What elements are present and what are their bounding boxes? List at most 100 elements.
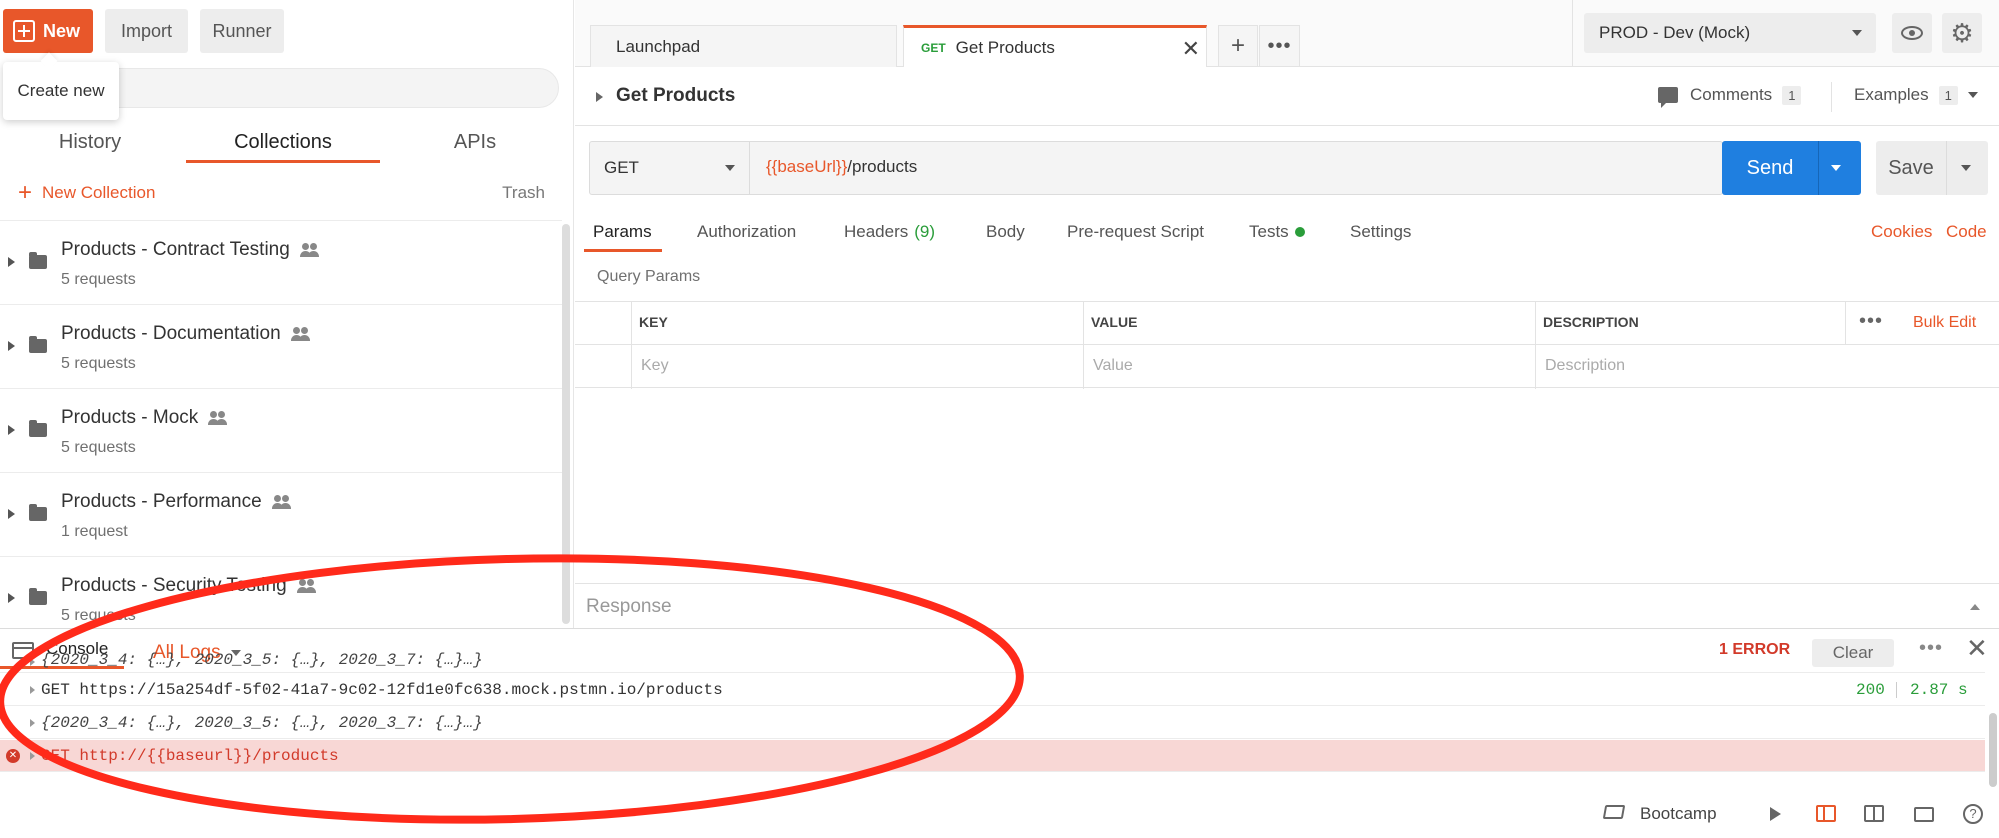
active-tab-indicator [186, 160, 380, 163]
console-scrollbar[interactable] [1989, 713, 1997, 787]
request-title[interactable]: Get Products [616, 85, 735, 107]
examples-button[interactable]: Examples 1 [1854, 85, 1978, 105]
divider [1896, 682, 1897, 698]
value-input[interactable]: Value [1093, 357, 1133, 375]
tab-body[interactable]: Body [986, 212, 1025, 252]
query-params-title: Query Params [597, 268, 701, 285]
collection-item[interactable]: Products - Contract Testing 5 requests [0, 220, 562, 304]
code-link[interactable]: Code [1946, 222, 1987, 242]
tab-launchpad[interactable]: Launchpad [590, 25, 897, 67]
save-button[interactable]: Save [1876, 141, 1988, 195]
console-panel: Console All Logs 1 ERROR Clear ••• ✕ {20… [0, 628, 1999, 788]
new-button-label: New [43, 20, 81, 41]
collection-item[interactable]: Products - Documentation 5 requests [0, 304, 562, 388]
tab-apis[interactable]: APIs [410, 118, 540, 166]
comments-count-badge: 1 [1782, 85, 1802, 105]
chevron-up-icon[interactable] [1970, 604, 1980, 610]
help-icon[interactable]: ? [1963, 804, 1983, 824]
log-entry[interactable]: {2020_3_4: {…}, 2020_3_5: {…}, 2020_3_7:… [0, 651, 1985, 673]
folder-icon [29, 336, 47, 353]
bootcamp-link[interactable]: Bootcamp [1640, 804, 1717, 824]
method-select[interactable]: GET [590, 142, 750, 194]
collection-item[interactable]: Products - Performance 1 request [0, 472, 562, 556]
caret-right-icon[interactable] [596, 92, 603, 102]
tab-headers[interactable]: Headers (9) [844, 212, 935, 252]
collection-name-text: Products - Contract Testing [61, 239, 290, 260]
import-button[interactable]: Import [105, 9, 188, 53]
log-entry-error[interactable]: ✕ GET http://{{baseurl}}/products [0, 740, 1985, 772]
runner-play-icon[interactable] [1770, 807, 1781, 821]
tab-method-badge: GET [921, 40, 946, 55]
two-pane-layout-icon[interactable] [1816, 805, 1836, 822]
collection-name-text: Products - Documentation [61, 323, 281, 344]
log-entry[interactable]: GET https://15a254df-5f02-41a7-9c02-12fd… [0, 674, 1985, 706]
tab-tests[interactable]: Tests [1249, 212, 1305, 252]
divider [1083, 302, 1084, 389]
collection-list: Products - Contract Testing 5 requests P… [0, 220, 562, 640]
comments-label: Comments [1690, 85, 1773, 104]
send-button[interactable]: Send [1722, 141, 1861, 195]
environment-selected-label: PROD - Dev (Mock) [1599, 23, 1751, 42]
log-entry[interactable]: {2020_3_4: {…}, 2020_3_5: {…}, 2020_3_7:… [0, 707, 1985, 739]
folder-icon [29, 504, 47, 521]
environment-select[interactable]: PROD - Dev (Mock) [1584, 13, 1876, 53]
active-tab-indicator [584, 249, 662, 252]
gear-icon[interactable]: ⚙ [1942, 13, 1982, 53]
environment-quick-look-button[interactable] [1892, 13, 1932, 53]
bulk-edit-link[interactable]: Bulk Edit [1913, 314, 1976, 332]
caret-right-icon[interactable] [8, 425, 15, 435]
shared-team-icon [208, 411, 226, 425]
collection-item[interactable]: Products - Mock 5 requests [0, 388, 562, 472]
caret-right-icon[interactable] [30, 658, 35, 666]
create-new-tooltip: Create new [3, 62, 119, 120]
tab-collections[interactable]: Collections [186, 118, 380, 166]
chevron-down-icon[interactable] [1961, 165, 1971, 171]
split-layout-icon[interactable] [1864, 805, 1884, 822]
examples-count-badge: 1 [1938, 85, 1958, 105]
method-label: GET [604, 158, 639, 177]
sidebar-scrollbar[interactable] [562, 224, 570, 624]
caret-right-icon[interactable] [30, 686, 35, 694]
divider [1831, 82, 1832, 112]
new-collection-button[interactable]: + New Collection [18, 178, 155, 208]
caret-right-icon[interactable] [8, 341, 15, 351]
caret-right-icon[interactable] [8, 593, 15, 603]
tab-params[interactable]: Params [593, 212, 652, 252]
request-tabs: Params Authorization Headers (9) Body Pre… [575, 212, 1999, 252]
query-params-table: KEY VALUE DESCRIPTION ••• Bulk Edit Key … [575, 301, 1999, 389]
more-tabs-icon[interactable]: ••• [1259, 25, 1300, 67]
column-header-value: VALUE [1091, 314, 1138, 330]
tab-settings[interactable]: Settings [1350, 212, 1411, 252]
new-tab-plus-icon[interactable]: + [1218, 25, 1258, 67]
comments-button[interactable]: Comments 1 [1658, 85, 1802, 108]
caret-right-icon[interactable] [30, 752, 35, 760]
new-button[interactable]: New [3, 9, 93, 53]
folder-icon [29, 588, 47, 605]
caret-right-icon[interactable] [8, 509, 15, 519]
response-panel[interactable]: Response [575, 583, 1999, 628]
log-status: 200 [1856, 681, 1885, 699]
url-input[interactable]: {{baseUrl}}/products [766, 157, 917, 177]
key-input[interactable]: Key [641, 357, 669, 375]
chevron-down-icon[interactable] [1831, 165, 1841, 171]
caret-right-icon[interactable] [8, 257, 15, 267]
collection-name: Products - Mock [61, 407, 226, 429]
tab-authorization[interactable]: Authorization [697, 212, 796, 252]
description-input[interactable]: Description [1545, 357, 1625, 375]
close-icon[interactable]: ✕ [1182, 36, 1200, 62]
cookies-link[interactable]: Cookies [1871, 222, 1932, 242]
caret-right-icon[interactable] [30, 719, 35, 727]
runner-button[interactable]: Runner [200, 9, 284, 53]
request-header: Get Products Comments 1 Examples 1 [575, 68, 1999, 126]
keyboard-shortcuts-icon[interactable] [1914, 807, 1934, 822]
tab-history[interactable]: History [20, 118, 160, 166]
tab-get-products[interactable]: GET Get Products ✕ [903, 25, 1207, 67]
tab-get-products-label: Get Products [955, 37, 1055, 57]
tab-prerequest-script[interactable]: Pre-request Script [1067, 212, 1204, 252]
sidebar: New Import Runner Create new History Col… [0, 0, 574, 628]
save-label: Save [1888, 156, 1934, 179]
more-options-icon[interactable]: ••• [1859, 310, 1883, 333]
bootcamp-icon [1602, 805, 1626, 819]
collection-name-text: Products - Security Testing [61, 575, 287, 596]
trash-link[interactable]: Trash [502, 178, 545, 208]
